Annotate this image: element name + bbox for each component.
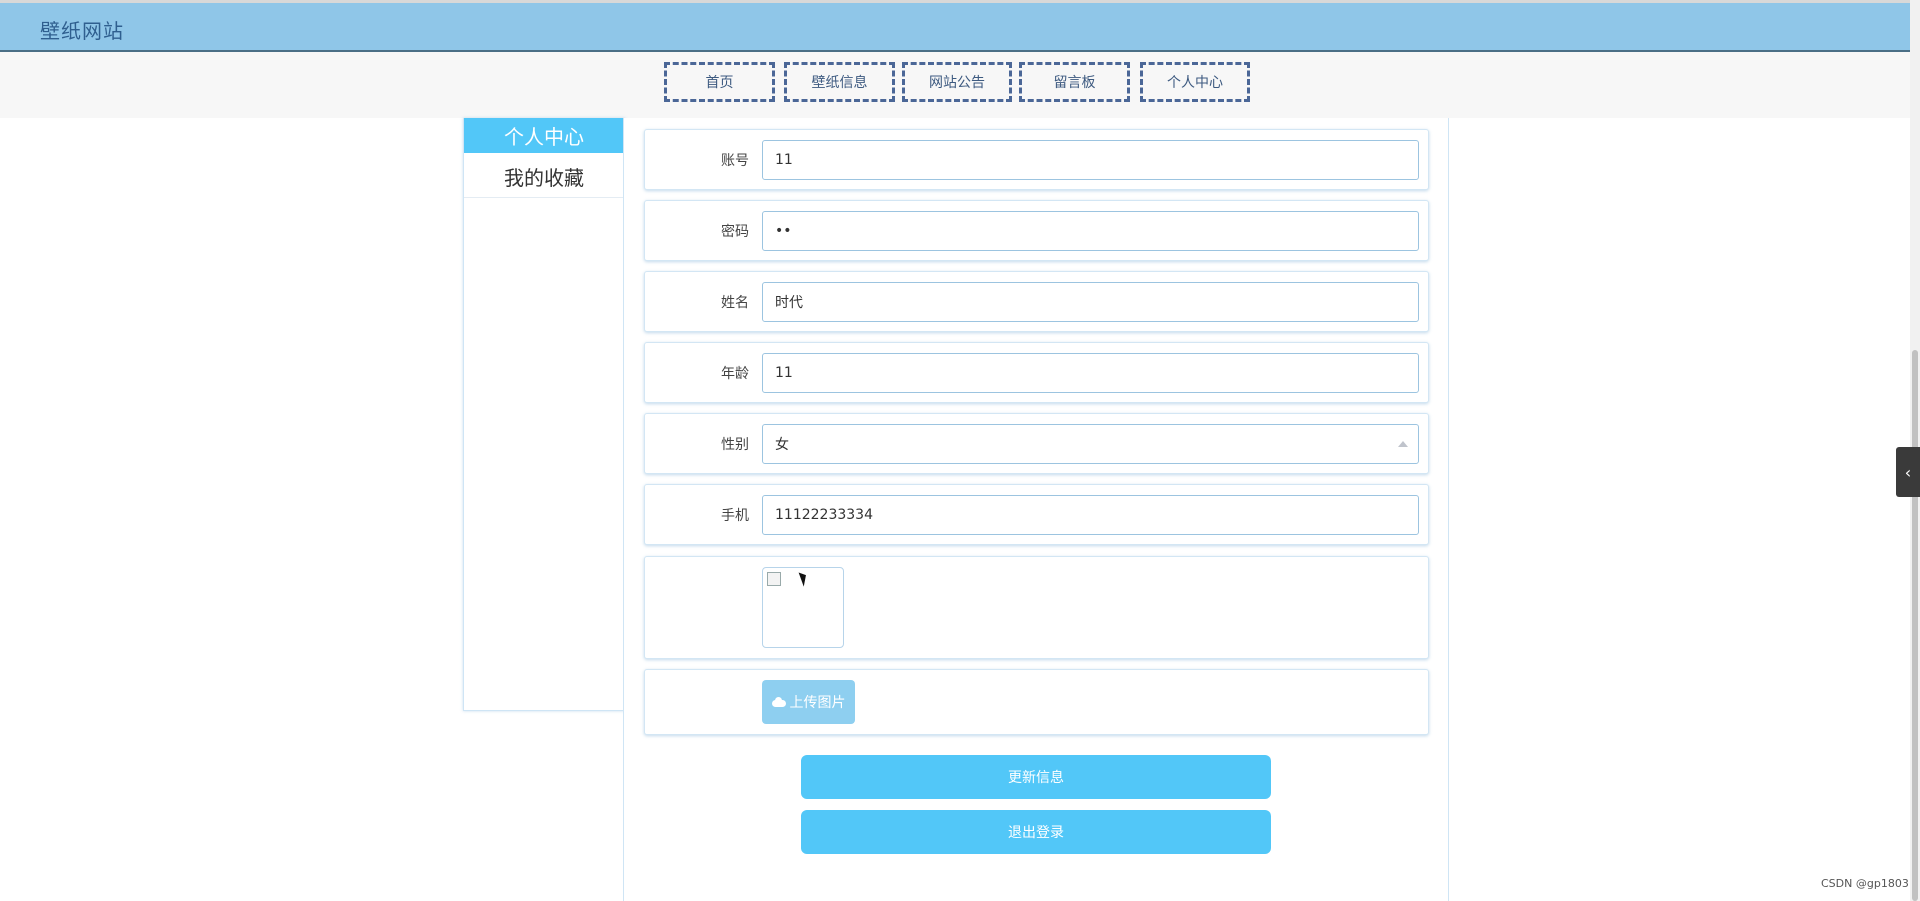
sidebar-item-personal-center[interactable]: 个人中心 [464, 118, 624, 153]
gender-select-value: 女 [775, 436, 789, 453]
password-label: 密码 [721, 223, 749, 240]
account-row: 账号 11 [644, 129, 1429, 190]
gender-select[interactable]: 女 [762, 423, 1419, 464]
logout-button[interactable]: 退出登录 [801, 810, 1271, 854]
avatar-row [644, 556, 1429, 659]
account-label: 账号 [721, 152, 749, 169]
phone-row: 手机 11122233334 [644, 484, 1429, 545]
account-input[interactable]: 11 [762, 139, 1419, 180]
nav-item-wallpaper-info[interactable]: 壁纸信息 [784, 62, 895, 102]
scroll-thumb[interactable] [1912, 350, 1918, 901]
mouse-pointer-icon [798, 570, 810, 587]
sidebar-item-my-favorites[interactable]: 我的收藏 [464, 155, 624, 198]
upload-row: 上传图片 [644, 669, 1429, 735]
nav-item-personal-center[interactable]: 个人中心 [1140, 62, 1250, 102]
dropdown-arrow-icon[interactable] [1398, 440, 1408, 447]
name-row: 姓名 时代 [644, 271, 1429, 332]
broken-image-icon [767, 572, 781, 586]
phone-label: 手机 [721, 507, 749, 524]
password-input[interactable]: •• [762, 210, 1419, 251]
cloud-upload-icon [771, 697, 786, 707]
upload-image-label: 上传图片 [789, 695, 846, 711]
nav-item-announcements[interactable]: 网站公告 [902, 62, 1012, 102]
password-row: 密码 •• [644, 200, 1429, 261]
phone-input[interactable]: 11122233334 [762, 494, 1419, 535]
sidebar: 个人中心 我的收藏 [463, 118, 625, 711]
watermark: CSDN @gp1803 [1821, 877, 1909, 890]
name-label: 姓名 [721, 294, 749, 311]
age-row: 年龄 11 [644, 342, 1429, 403]
chevron-left-icon: ‹ [1904, 462, 1912, 482]
site-header: 壁纸网站 [0, 3, 1910, 52]
avatar-image[interactable] [762, 567, 844, 648]
upload-image-button[interactable]: 上传图片 [762, 680, 855, 724]
side-toggle-button[interactable]: ‹ [1896, 447, 1920, 497]
age-input[interactable]: 11 [762, 352, 1419, 393]
name-input[interactable]: 时代 [762, 281, 1419, 322]
site-title[interactable]: 壁纸网站 [40, 15, 124, 44]
age-label: 年龄 [721, 365, 749, 382]
main-nav: 首页 壁纸信息 网站公告 留言板 个人中心 [0, 52, 1910, 118]
nav-item-message-board[interactable]: 留言板 [1019, 62, 1130, 102]
gender-label: 性别 [721, 436, 749, 453]
nav-item-home[interactable]: 首页 [664, 62, 775, 102]
update-info-button[interactable]: 更新信息 [801, 755, 1271, 799]
gender-row: 性别 女 [644, 413, 1429, 474]
